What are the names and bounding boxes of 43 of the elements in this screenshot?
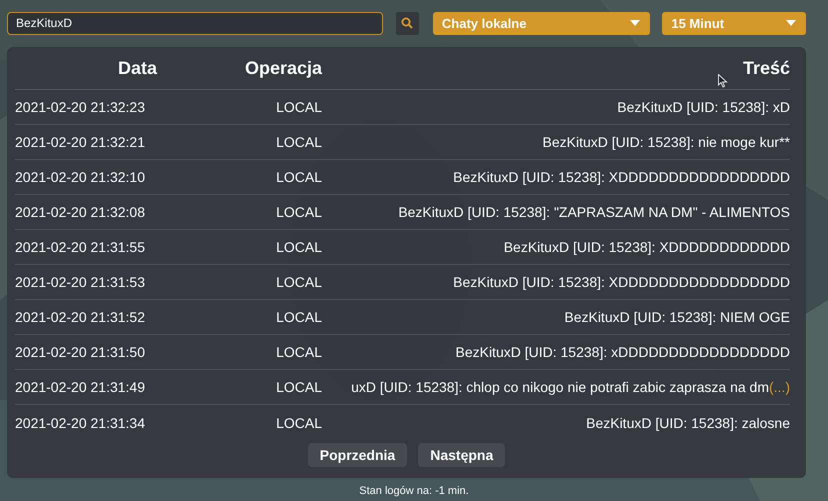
caret-icon bbox=[630, 20, 640, 26]
table-cell-text: 2021-02-20 21:31:34 bbox=[15, 414, 146, 430]
search-icon bbox=[401, 17, 414, 29]
column-header: Treść bbox=[742, 58, 790, 78]
page-button[interactable]: Poprzednia bbox=[308, 443, 408, 467]
table-cell-text: 2021-02-20 21:32:23 bbox=[15, 99, 146, 115]
table-cell-text: LOCAL bbox=[275, 379, 322, 395]
table-cell-text: BezKituxD [UID: 15238]: nie moge kur** bbox=[542, 134, 790, 150]
table-cell-text: BezKituxD [UID: 15238]: XDDDDDDDDDDDD bbox=[502, 239, 790, 255]
search-button[interactable] bbox=[396, 12, 419, 34]
column-header: Data bbox=[116, 58, 157, 78]
table-cell-text: LOCAL bbox=[275, 414, 322, 430]
table-cell-text: 2021-02-20 21:32:21 bbox=[15, 134, 146, 150]
table-cell-text: 2021-02-20 21:32:08 bbox=[15, 204, 146, 220]
table-cell-text: LOCAL bbox=[275, 274, 322, 290]
table-cell-text: uxD [UID: 15238]: chlop co nikogo nie potrafi zabic zaprasza na dm(...) bbox=[350, 379, 790, 395]
table-cell-text: LOCAL bbox=[275, 99, 322, 115]
page-button[interactable]: Następna bbox=[418, 443, 506, 467]
table-cell-text: 2021-02-20 21:31:49 bbox=[15, 379, 146, 395]
column-header: Operacja bbox=[244, 58, 322, 78]
table-cell-text: LOCAL bbox=[275, 169, 322, 185]
table-cell-text: 2021-02-20 21:31:53 bbox=[15, 274, 146, 290]
status-text: Stan logów na: -1 min. bbox=[358, 485, 470, 497]
table-cell-text: 2021-02-20 21:31:50 bbox=[15, 344, 146, 360]
table-cell-text: 2021-02-20 21:31:52 bbox=[15, 309, 146, 325]
search-field[interactable]: BezKituxD bbox=[7, 12, 383, 34]
cursor-icon bbox=[718, 74, 728, 88]
table-cell-text: 2021-02-20 21:32:10 bbox=[15, 169, 146, 185]
table-cell-text: LOCAL bbox=[275, 344, 322, 360]
table-cell-text: BezKituxD [UID: 15238]: xD bbox=[616, 99, 790, 115]
more-link[interactable]: (...) bbox=[769, 379, 790, 395]
table-cell-text: BezKituxD [UID: 15238]: XDDDDDDDDDDDDDDDDD bbox=[452, 169, 790, 185]
table-cell-text: LOCAL bbox=[275, 309, 322, 325]
caret-icon bbox=[786, 20, 796, 26]
table-cell-text: BezKituxD [UID: 15238]: NIEM OGE bbox=[563, 309, 790, 325]
table-cell-text: 2021-02-20 21:31:55 bbox=[15, 239, 146, 255]
table-cell-text: LOCAL bbox=[275, 204, 322, 220]
table-cell-text: LOCAL bbox=[275, 239, 322, 255]
table-cell-text: BezKituxD [UID: 15238]: zalosne bbox=[585, 414, 790, 430]
table-cell-text: BezKituxD [UID: 15238]: XDDDDDDDDDDDDDDDDD bbox=[452, 274, 790, 290]
table-cell-text: LOCAL bbox=[275, 134, 322, 150]
table-cell-text: BezKituxD [UID: 15238]: "ZAPRASZAM NA DM" - ALIMENTOS bbox=[397, 204, 790, 220]
table-cell-text: BezKituxD [UID: 15238]: xDDDDDDDDDDDDDDDDD bbox=[454, 344, 790, 360]
